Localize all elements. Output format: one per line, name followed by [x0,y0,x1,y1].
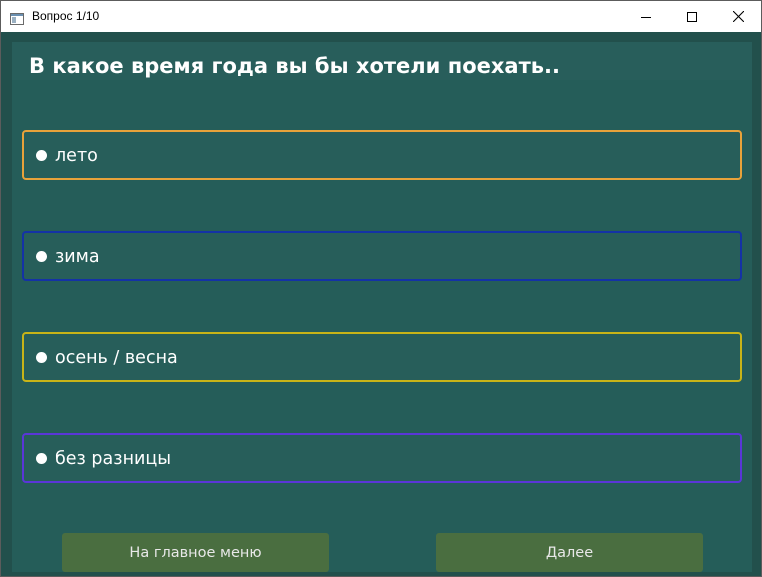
option-label: без разницы [55,449,172,469]
maximize-icon [687,7,697,26]
option-label: зима [55,247,100,267]
window-title: Вопрос 1/10 [32,9,100,23]
question-text: В какое время года вы бы хотели поехать.… [29,54,560,78]
option-radio-1[interactable]: зима [22,231,742,281]
window-app-icon [10,10,24,25]
radio-button-icon[interactable] [36,352,47,363]
quiz-panel: В какое время года вы бы хотели поехать.… [12,42,752,572]
option-radio-2[interactable]: осень / весна [22,332,742,382]
option-label: осень / весна [55,348,178,368]
maximize-button[interactable] [669,1,715,32]
option-radio-3[interactable]: без разницы [22,433,742,483]
main-menu-button[interactable]: На главное меню [62,533,329,572]
option-radio-0[interactable]: лето [22,130,742,180]
radio-button-icon[interactable] [36,453,47,464]
next-button[interactable]: Далее [436,533,703,572]
client-area: В какое время года вы бы хотели поехать.… [1,32,761,576]
close-button[interactable] [715,1,761,32]
minimize-button[interactable] [623,1,669,32]
minimize-icon [641,7,651,26]
option-label: лето [55,146,98,166]
app-window: Вопрос 1/10 В какое время года вы бы хот… [0,0,762,577]
radio-button-icon[interactable] [36,150,47,161]
radio-button-icon[interactable] [36,251,47,262]
title-bar[interactable]: Вопрос 1/10 [1,1,761,32]
question-header: В какое время года вы бы хотели поехать.… [12,42,752,80]
close-icon [732,7,744,26]
